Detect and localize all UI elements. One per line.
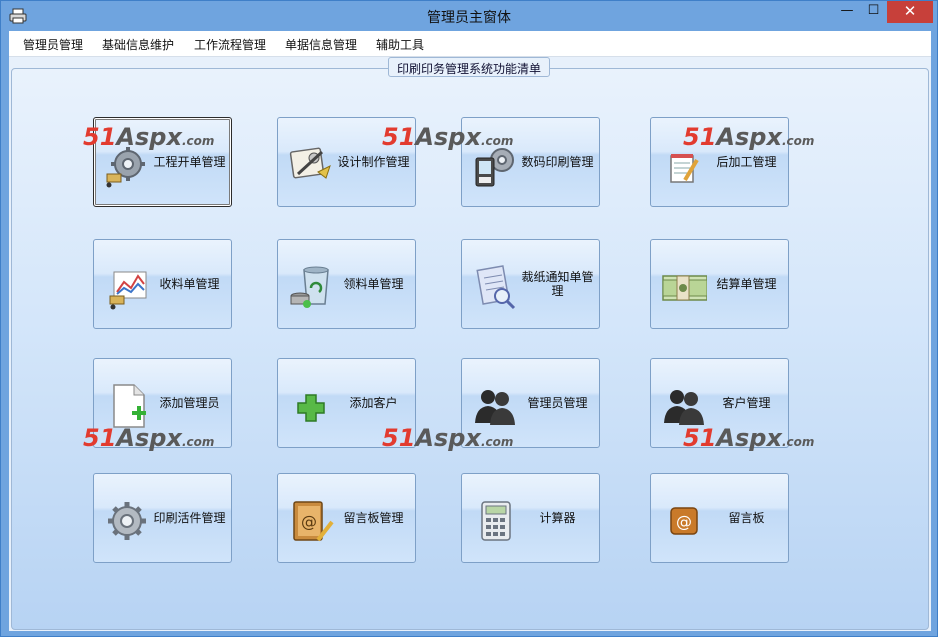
tile-settlement[interactable]: 结算单管理 — [650, 239, 789, 329]
tile-project-order[interactable]: 工程开单管理 — [93, 117, 232, 207]
tile-message-board-management[interactable]: @ 留言板管理 — [277, 473, 416, 563]
money-stack-icon — [662, 275, 707, 301]
tile-label: 数码印刷管理 — [521, 155, 594, 169]
tile-label: 客户管理 — [722, 396, 771, 410]
tile-calculator[interactable]: 计算器 — [461, 473, 600, 563]
gear-icon — [108, 502, 146, 540]
tile-label: 后加工管理 — [716, 155, 777, 169]
recycle-bin-icon — [290, 266, 329, 308]
minimize-button[interactable]: — — [834, 1, 860, 23]
svg-text:@: @ — [676, 512, 692, 531]
gear-cart-icon — [106, 147, 145, 188]
tile-customer-management[interactable]: 客户管理 — [650, 358, 789, 448]
green-plus-icon — [297, 394, 325, 422]
tile-label: 添加客户 — [349, 396, 398, 410]
tile-digital-print[interactable]: 数码印刷管理 — [461, 117, 600, 207]
groupbox-caption: 印刷印务管理系统功能清单 — [388, 57, 551, 77]
tile-label: 计算器 — [539, 511, 576, 525]
tile-label: 管理员管理 — [527, 396, 588, 410]
menu-admin-management[interactable]: 管理员管理 — [23, 36, 83, 53]
tile-label: 留言板 — [728, 511, 765, 525]
at-sign-icon: @ — [670, 507, 698, 535]
tile-label: 领料单管理 — [343, 277, 404, 291]
chart-cart-icon — [109, 271, 147, 310]
design-tools-icon — [289, 147, 331, 179]
tile-print-job[interactable]: 印刷活件管理 — [93, 473, 232, 563]
tile-label: 收料单管理 — [159, 277, 220, 291]
notebook-magnifier-icon — [476, 265, 516, 310]
notepad-pen-icon — [670, 154, 699, 183]
users-icon — [475, 390, 515, 425]
window-title: 管理员主窗体 — [427, 10, 511, 26]
menu-basic-info[interactable]: 基础信息维护 — [102, 36, 174, 53]
tile-paper-cut-notice[interactable]: 裁纸通知单管理 — [461, 239, 600, 329]
users-icon — [664, 390, 704, 425]
tile-design[interactable]: 设计制作管理 — [277, 117, 416, 207]
tile-label: 印刷活件管理 — [153, 511, 226, 525]
tile-admin-management[interactable]: 管理员管理 — [461, 358, 600, 448]
title-bar[interactable]: 管理员主窗体 — ☐ ✕ — [1, 1, 937, 31]
svg-text:@: @ — [301, 512, 317, 531]
menu-tools[interactable]: 辅助工具 — [376, 36, 424, 53]
menu-documents[interactable]: 单据信息管理 — [285, 36, 357, 53]
tile-requisition[interactable]: 领料单管理 — [277, 239, 416, 329]
tile-post-processing[interactable]: 后加工管理 — [650, 117, 789, 207]
menu-bar: 管理员管理 基础信息维护 工作流程管理 单据信息管理 辅助工具 — [9, 31, 931, 57]
main-window: 管理员主窗体 — ☐ ✕ 管理员管理 基础信息维护 工作流程管理 单据信息管理 … — [0, 0, 938, 637]
tile-label: 结算单管理 — [716, 277, 777, 291]
calculator-icon — [481, 501, 511, 541]
tile-label: 设计制作管理 — [337, 155, 410, 169]
tile-label: 裁纸通知单管理 — [521, 270, 594, 298]
tile-label: 工程开单管理 — [153, 155, 226, 169]
tile-receiving[interactable]: 收料单管理 — [93, 239, 232, 329]
phone-gear-icon — [475, 148, 514, 187]
tile-add-customer[interactable]: 添加客户 — [277, 358, 416, 448]
tile-label: 添加管理员 — [159, 396, 220, 410]
maximize-button[interactable]: ☐ — [860, 1, 887, 23]
menu-workflow[interactable]: 工作流程管理 — [194, 36, 266, 53]
address-book-pen-icon: @ — [293, 501, 334, 542]
tile-add-admin[interactable]: 添加管理员 — [93, 358, 232, 448]
tile-label: 留言板管理 — [343, 511, 404, 525]
tile-message-board[interactable]: @ 留言板 — [650, 473, 789, 563]
close-button[interactable]: ✕ — [887, 1, 933, 23]
document-add-icon — [113, 384, 146, 428]
